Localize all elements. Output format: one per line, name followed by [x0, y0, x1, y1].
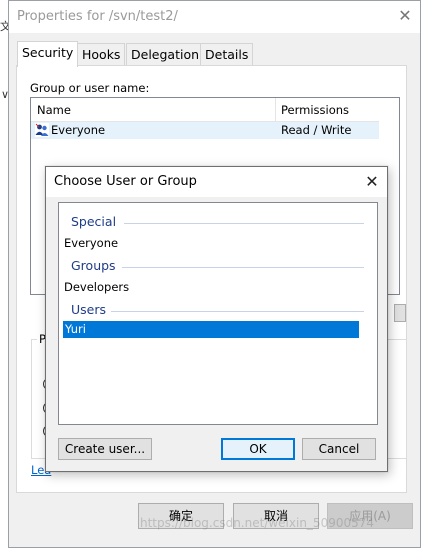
user-group-list[interactable]: Special Everyone Groups Developers Users… [58, 202, 378, 425]
watermark: https://blog.csdn.net/weixin_50900574 [140, 516, 375, 530]
category-divider [124, 223, 364, 224]
row-name: Everyone [51, 123, 106, 137]
category-divider [111, 311, 364, 312]
tab-delegation[interactable]: Delegation [126, 43, 205, 65]
choose-titlebar[interactable]: Choose User or Group ✕ [46, 167, 387, 197]
properties-title: Properties for /svn/test2/ [17, 9, 178, 24]
list-item-yuri[interactable]: Yuri [63, 321, 359, 338]
row-permissions: Read / Write [281, 123, 352, 137]
category-users: Users [71, 302, 107, 317]
category-special: Special [71, 214, 117, 229]
listview-header: Name Permissions [31, 98, 379, 122]
column-header-name[interactable]: Name [37, 103, 71, 117]
list-item-yuri-label: Yuri [65, 322, 86, 336]
edit-button[interactable] [394, 304, 406, 322]
tab-details[interactable]: Details [200, 43, 254, 65]
properties-close-icon[interactable]: ✕ [395, 6, 415, 26]
column-divider[interactable] [275, 98, 276, 122]
choose-title: Choose User or Group [54, 174, 197, 189]
group-or-user-label: Group or user name: [30, 81, 150, 95]
list-item-everyone[interactable]: Everyone [64, 236, 118, 250]
list-item-developers[interactable]: Developers [64, 280, 129, 294]
category-divider [122, 267, 364, 268]
tab-security[interactable]: Security [17, 41, 79, 67]
users-icon [35, 123, 49, 137]
list-item[interactable]: Everyone Read / Write [31, 122, 379, 139]
properties-titlebar[interactable]: Properties for /svn/test2/ ✕ [9, 1, 420, 33]
tab-hooks[interactable]: Hooks [77, 43, 126, 65]
choose-close-icon[interactable]: ✕ [362, 172, 382, 192]
choose-user-dialog: Choose User or Group ✕ Special Everyone … [45, 166, 388, 472]
category-groups: Groups [71, 258, 116, 273]
choose-cancel-button[interactable]: Cancel [302, 438, 376, 460]
column-header-permissions[interactable]: Permissions [281, 103, 349, 117]
choose-ok-button[interactable]: OK [221, 438, 295, 460]
create-user-button[interactable]: Create user... [58, 438, 152, 460]
